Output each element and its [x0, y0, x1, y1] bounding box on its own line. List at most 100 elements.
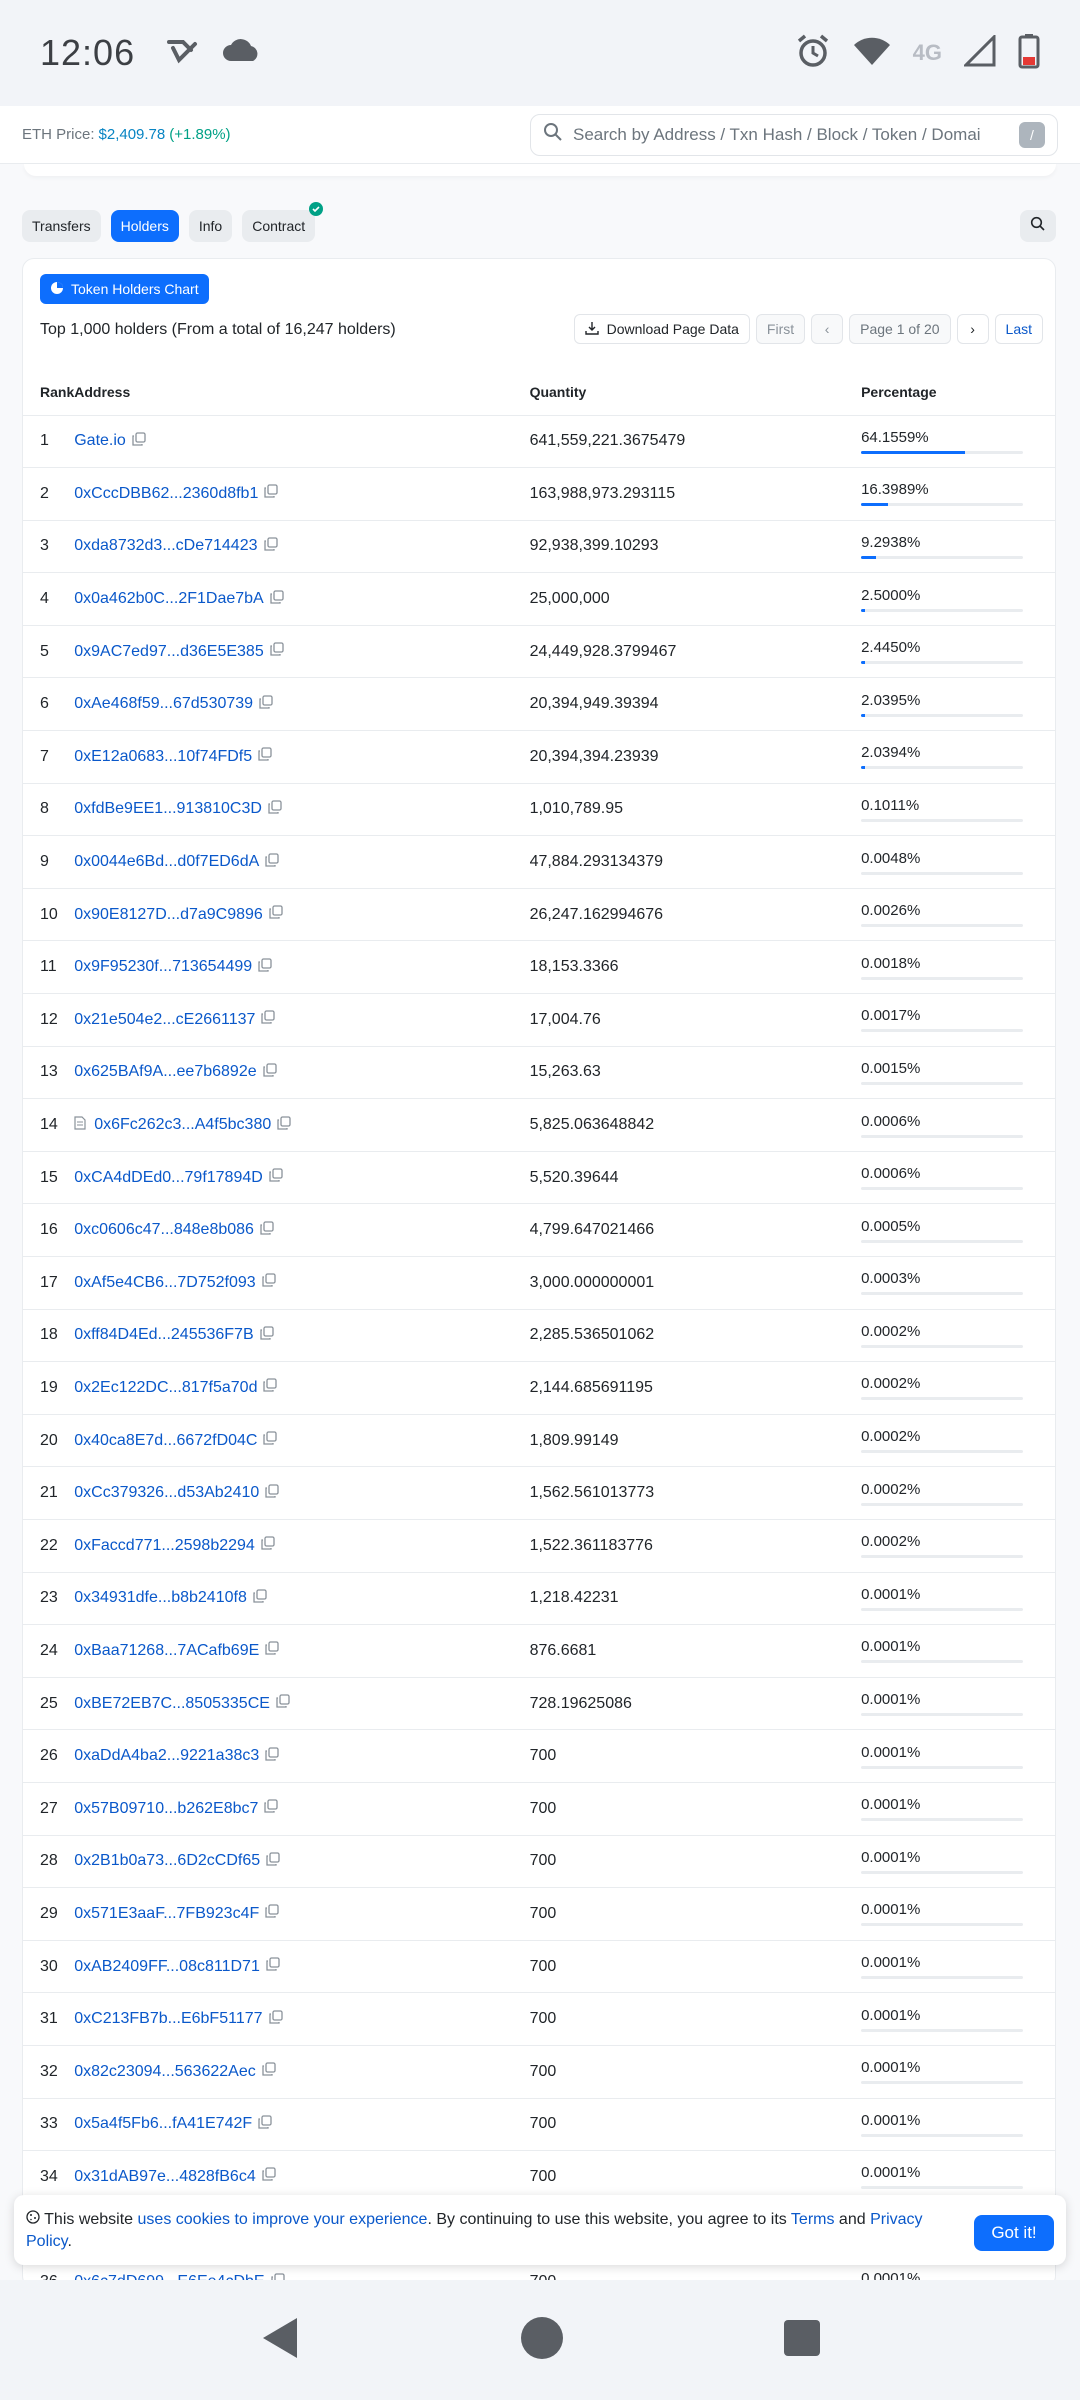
holder-address-link[interactable]: 0xCccDBB62...2360d8fb1 — [74, 485, 258, 503]
holder-address-link[interactable]: 0x625BAf9A...ee7b6892e — [74, 1063, 256, 1081]
holder-address-link[interactable]: 0xAB2409FF...08c811D71 — [74, 1958, 260, 1976]
holder-address-link[interactable]: 0x90E8127D...d7a9C9896 — [74, 906, 263, 924]
copy-icon[interactable] — [262, 1063, 277, 1082]
search-input[interactable]: Search by Address / Txn Hash / Block / T… — [530, 113, 1058, 156]
copy-icon[interactable] — [259, 1326, 274, 1345]
rank-value: 30 — [40, 1957, 58, 1975]
holder-address-link[interactable]: 0xCA4dDEd0...79f17894D — [74, 1169, 263, 1187]
home-icon[interactable] — [520, 2316, 564, 2365]
first-page-button[interactable]: First — [755, 314, 806, 344]
copy-icon[interactable] — [263, 537, 278, 556]
last-page-button[interactable]: Last — [994, 314, 1043, 344]
holder-address-link[interactable]: 0x34931dfe...b8b2410f8 — [74, 1589, 247, 1607]
cookie-policy-link[interactable]: uses cookies to improve your experience — [138, 2211, 428, 2228]
holder-address-link[interactable]: 0xAf5e4CB6...7D752f093 — [74, 1274, 255, 1292]
tab-transfers[interactable]: Transfers — [22, 210, 101, 242]
copy-icon[interactable] — [263, 1378, 278, 1397]
address-cell: 0x9F95230f...713654499 — [74, 940, 530, 995]
address-cell: 0xCc379326...d53Ab2410 — [74, 1466, 530, 1520]
copy-icon[interactable] — [263, 1431, 278, 1450]
holder-address-link[interactable]: 0x21e504e2...cE2661137 — [74, 1011, 255, 1029]
copy-icon[interactable] — [264, 484, 279, 503]
copy-icon[interactable] — [264, 1799, 279, 1818]
holder-address-link[interactable]: 0x571E3aaF...7FB923c4F — [74, 1905, 259, 1923]
tab-info[interactable]: Info — [188, 210, 233, 242]
holder-address-link[interactable]: 0x5a4f5Fb6...fA41E742F — [74, 2115, 252, 2133]
holder-address-link[interactable]: 0x40ca8E7d...6672fD04C — [74, 1432, 257, 1450]
copy-icon[interactable] — [262, 2167, 276, 2186]
copy-icon[interactable] — [265, 1904, 279, 1923]
copy-icon[interactable] — [266, 1852, 280, 1871]
holder-address-link[interactable]: 0xFaccd771...2598b2294 — [74, 1537, 255, 1555]
percentage-cell: 64.1559% — [861, 415, 1055, 469]
copy-icon[interactable] — [270, 642, 284, 661]
holder-address-link[interactable]: 0x82c23094...563622Aec — [74, 2063, 255, 2081]
copy-icon[interactable] — [258, 2115, 272, 2134]
percentage-bar — [861, 1029, 1024, 1033]
copy-icon[interactable] — [266, 1957, 280, 1976]
copy-icon[interactable] — [276, 1694, 290, 1713]
copy-icon[interactable] — [268, 800, 282, 819]
holder-address-link[interactable]: 0x6Fc262c3...A4f5bc380 — [94, 1116, 271, 1134]
holder-address-link[interactable]: 0x57B09710...b262E8bc7 — [74, 1800, 258, 1818]
recents-icon[interactable] — [783, 2319, 821, 2362]
quantity-cell: 25,000,000 — [529, 572, 862, 626]
eth-price-value[interactable]: $2,409.78 — [99, 126, 166, 143]
copy-icon[interactable] — [265, 852, 279, 872]
got-it-button[interactable]: Got it! — [974, 2215, 1054, 2251]
copy-icon[interactable] — [258, 747, 272, 766]
holder-address-link[interactable]: 0xE12a0683...10f74FDf5 — [74, 748, 252, 766]
holder-address-link[interactable]: 0xC213FB7b...E6bF51177 — [74, 2010, 262, 2028]
copy-icon[interactable] — [253, 1589, 267, 1608]
filter-search-button[interactable] — [1020, 210, 1056, 242]
holder-address-link[interactable]: 0xAe468f59...67d530739 — [74, 695, 253, 713]
holder-address-link[interactable]: 0x0044e6Bd...d0f7ED6dA — [74, 853, 259, 871]
holder-address-link[interactable]: 0x31dAB97e...4828fB6c4 — [74, 2168, 255, 2186]
copy-icon[interactable] — [262, 1273, 276, 1292]
copy-icon[interactable] — [261, 1536, 275, 1555]
terms-link[interactable]: Terms — [791, 2211, 835, 2228]
percentage-value: 9.2938% — [861, 533, 921, 551]
copy-icon[interactable] — [265, 1641, 279, 1660]
holder-address-link[interactable]: 0x0a462b0C...2F1Dae7bA — [74, 590, 263, 608]
back-icon[interactable] — [259, 2316, 301, 2365]
copy-icon[interactable] — [268, 2009, 283, 2029]
copy-icon[interactable] — [258, 958, 272, 977]
holder-address-link[interactable]: 0xff84D4Ed...245536F7B — [74, 1326, 253, 1344]
download-page-data-button[interactable]: Download Page Data — [573, 314, 750, 344]
holder-address-link[interactable]: 0x2B1b0a73...6D2cCDf65 — [74, 1852, 260, 1870]
copy-icon[interactable] — [132, 432, 146, 451]
copy-icon[interactable] — [269, 1168, 283, 1187]
copy-icon[interactable] — [265, 1746, 279, 1766]
holder-address-link[interactable]: 0x2Ec122DC...817f5a70d — [74, 1379, 257, 1397]
copy-icon[interactable] — [261, 1010, 276, 1029]
holder-address-link[interactable]: 0xaDdA4ba2...9221a38c3 — [74, 1747, 259, 1765]
token-holders-chart-button[interactable]: Token Holders Chart — [40, 274, 209, 304]
tab-holders[interactable]: Holders — [110, 210, 179, 242]
holder-address-link[interactable]: 0x9AC7ed97...d36E5E385 — [74, 643, 263, 661]
holder-address-link[interactable]: 0xc0606c47...848e8b086 — [74, 1221, 254, 1239]
quantity-cell: 163,988,973.293115 — [529, 467, 862, 521]
table-row: 22 0xFaccd771...2598b2294 1,522.361183776 0… — [23, 1519, 1055, 1573]
holder-address-link[interactable]: 0x9F95230f...713654499 — [74, 958, 252, 976]
rank-value: 26 — [40, 1747, 58, 1765]
copy-icon[interactable] — [270, 589, 284, 609]
copy-icon[interactable] — [277, 1115, 291, 1135]
holder-address-link[interactable]: 0xfdBe9EE1...913810C3D — [74, 800, 262, 818]
copy-icon[interactable] — [262, 2062, 276, 2081]
holder-address-link[interactable]: Gate.io — [74, 432, 126, 450]
holder-address-link[interactable]: 0xBaa71268...7ACafb69E — [74, 1642, 259, 1660]
tab-contract[interactable]: Contract — [242, 202, 324, 242]
next-page-button[interactable]: › — [956, 314, 989, 344]
holder-address-link[interactable]: 0xCc379326...d53Ab2410 — [74, 1484, 259, 1502]
percentage-bar-fill — [861, 555, 877, 559]
copy-icon[interactable] — [259, 695, 273, 714]
copy-icon[interactable] — [265, 1484, 279, 1503]
table-row: 10 0x90E8127D...d7a9C9896 26,247.162994676… — [23, 888, 1055, 942]
copy-icon[interactable] — [260, 1221, 274, 1240]
holder-address-link[interactable]: 0xBE72EB7C...8505335CE — [74, 1695, 270, 1713]
holder-address-link[interactable]: 0xda8732d3...cDe714423 — [74, 537, 257, 555]
prev-page-button[interactable]: ‹ — [811, 314, 844, 344]
rank-value: 6 — [40, 695, 49, 713]
copy-icon[interactable] — [269, 905, 283, 924]
